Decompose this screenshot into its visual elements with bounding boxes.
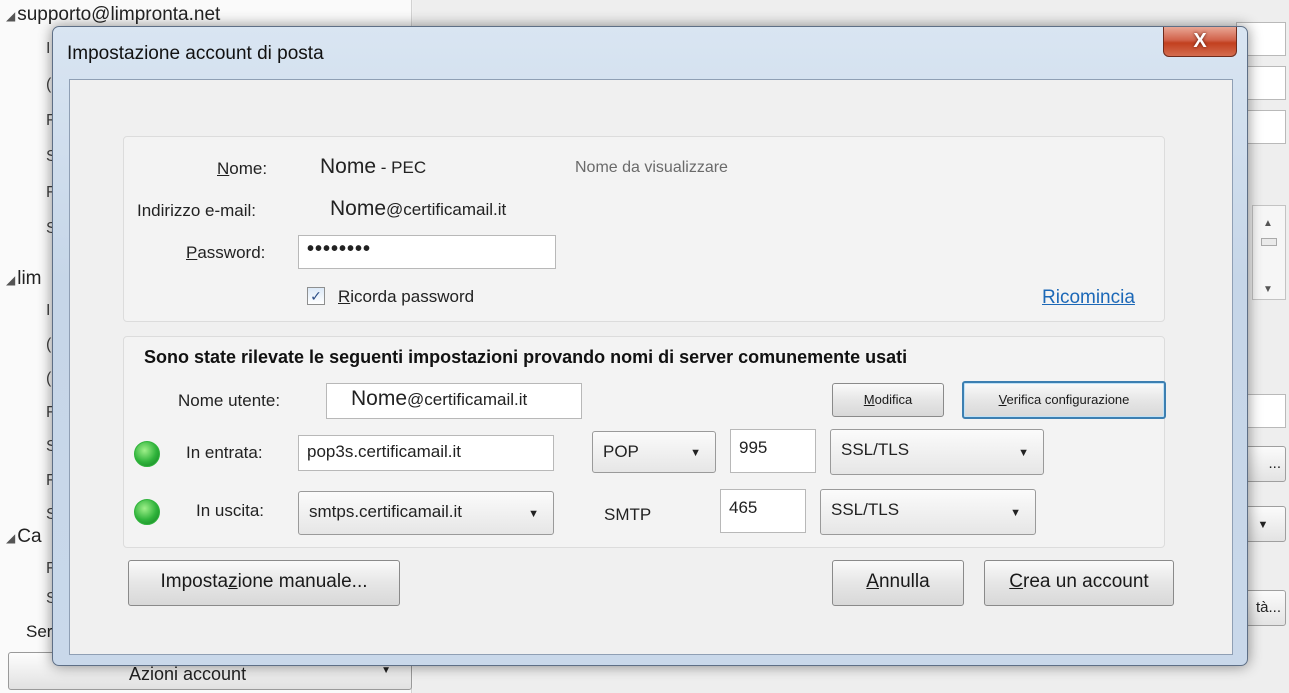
expand-triangle-icon: ◢	[6, 531, 16, 545]
name-label: Nome:	[217, 159, 268, 178]
incoming-status-icon	[134, 441, 160, 467]
email-value[interactable]: Nome@certificamail.it	[330, 197, 506, 221]
identity-group: Nome: Nome - PEC Nome da visualizzare In…	[123, 136, 1165, 322]
incoming-protocol-select[interactable]: POP ▼	[592, 431, 716, 473]
name-hint: Nome da visualizzare	[575, 159, 728, 176]
dialog-content: Nome: Nome - PEC Nome da visualizzare In…	[69, 79, 1233, 655]
username-field[interactable]: Nome@certificamail.it	[326, 383, 582, 419]
create-account-button[interactable]: Crea un account	[984, 560, 1174, 606]
mail-account-setup-dialog: Impostazione account di posta X Nome: No…	[52, 26, 1248, 666]
dropdown-arrow-icon: ▼	[1257, 519, 1269, 531]
detected-settings-heading: Sono state rilevate le seguenti impostaz…	[144, 347, 908, 367]
outgoing-server-select[interactable]: smtps.certificamail.it ▼	[298, 491, 554, 535]
username-label: Nome utente:	[178, 391, 281, 410]
modify-button[interactable]: Modifica	[832, 383, 944, 417]
expand-triangle-icon: ◢	[6, 273, 16, 287]
password-field[interactable]: ••••••••	[298, 235, 556, 269]
close-button[interactable]: X	[1163, 27, 1237, 57]
incoming-port-field[interactable]: 995	[730, 429, 816, 473]
tree-node-account-2[interactable]: ◢ lim	[6, 268, 42, 290]
cancel-button[interactable]: Annulla	[832, 560, 964, 606]
outgoing-label: In uscita:	[196, 501, 265, 520]
expand-triangle-icon: ◢	[6, 9, 16, 23]
tree-node-account-3[interactable]: ◢ Ca	[6, 526, 42, 548]
manual-setup-button[interactable]: Impostazione manuale...	[128, 560, 400, 606]
chevron-down-icon: ▼	[1010, 507, 1021, 519]
outgoing-port-field[interactable]: 465	[720, 489, 806, 533]
chevron-down-icon: ▼	[528, 508, 539, 520]
dropdown-arrow-icon: ▼	[381, 665, 391, 676]
password-label: Password:	[186, 243, 266, 262]
scroll-up-icon: ▲	[1263, 218, 1273, 229]
remember-password-checkbox[interactable]: ✓	[307, 287, 325, 305]
server-settings-group: Sono state rilevate le seguenti impostaz…	[123, 336, 1166, 548]
email-label: Indirizzo e-mail:	[137, 201, 257, 220]
dialog-title: Impostazione account di posta	[67, 43, 324, 64]
incoming-server-field[interactable]: pop3s.certificamail.it	[298, 435, 554, 471]
remember-password-label: Ricorda password	[338, 287, 475, 306]
chevron-down-icon: ▼	[1018, 447, 1029, 459]
close-icon: X	[1193, 30, 1207, 52]
incoming-security-select[interactable]: SSL/TLS ▼	[830, 429, 1044, 475]
outgoing-security-select[interactable]: SSL/TLS ▼	[820, 489, 1036, 535]
name-value[interactable]: Nome - PEC	[320, 155, 426, 179]
background-partial-label: Ser	[26, 622, 53, 641]
restart-link[interactable]: Ricomincia	[1042, 287, 1135, 309]
scroll-thumb[interactable]	[1261, 238, 1277, 246]
verify-configuration-button[interactable]: Verifica configurazione	[962, 381, 1166, 419]
background-scrollbar[interactable]: ▲ ▼	[1252, 205, 1286, 300]
outgoing-protocol-label: SMTP	[604, 505, 652, 524]
tree-node-account-1[interactable]: ◢ supporto@limpronta.net	[6, 4, 220, 26]
incoming-label: In entrata:	[186, 443, 263, 462]
outgoing-status-icon	[134, 499, 160, 525]
chevron-down-icon: ▼	[690, 447, 701, 459]
scroll-down-icon: ▼	[1263, 284, 1273, 295]
